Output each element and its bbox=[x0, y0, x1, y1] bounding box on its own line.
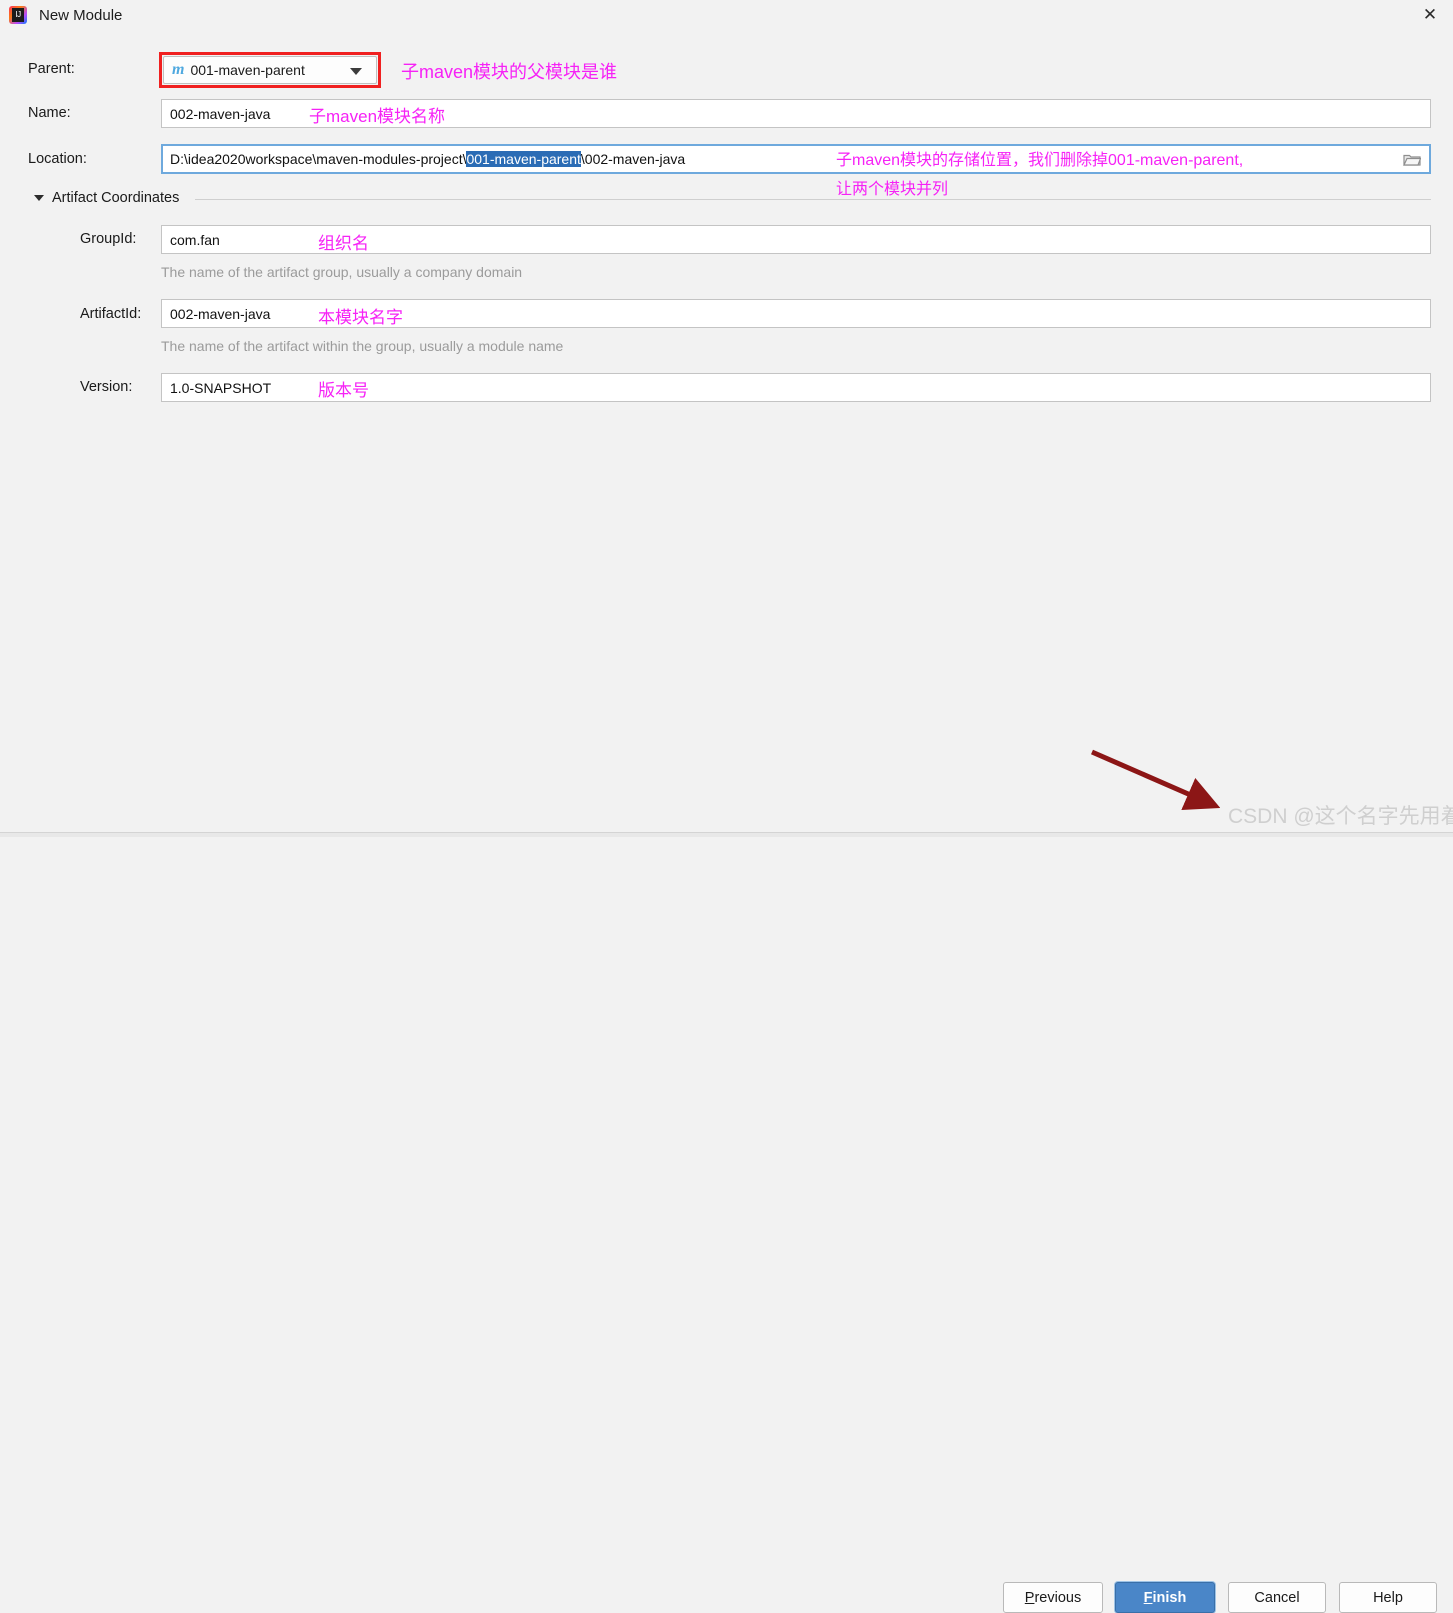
location-label: Location: bbox=[28, 151, 87, 167]
version-input-value: 1.0-SNAPSHOT bbox=[170, 379, 272, 396]
annotation-parent: 子maven模块的父模块是谁 bbox=[401, 62, 618, 82]
maven-m-icon: m bbox=[172, 61, 185, 78]
location-path-selection: 001-maven-parent bbox=[466, 151, 581, 167]
groupid-input[interactable]: com.fan bbox=[161, 225, 1431, 254]
chevron-down-icon[interactable] bbox=[350, 68, 362, 75]
artifactid-hint: The name of the artifact within the grou… bbox=[161, 338, 564, 354]
cancel-button[interactable]: Cancel bbox=[1228, 1582, 1326, 1613]
page-title: New Module bbox=[39, 6, 123, 24]
name-label: Name: bbox=[28, 105, 71, 121]
finish-button-mnemonic: F bbox=[1143, 1589, 1153, 1606]
artifactid-input-value: 002-maven-java bbox=[170, 305, 271, 322]
parent-combobox[interactable]: m 001-maven-parent bbox=[163, 56, 377, 84]
finish-button[interactable]: Finish bbox=[1115, 1582, 1215, 1613]
previous-button[interactable]: Previous bbox=[1003, 1582, 1103, 1613]
parent-combobox-value: 001-maven-parent bbox=[190, 62, 305, 78]
help-button[interactable]: Help bbox=[1339, 1582, 1437, 1613]
location-path-prefix: D:\idea2020workspace\maven-modules-proje… bbox=[170, 151, 467, 167]
triangle-down-icon[interactable] bbox=[34, 195, 44, 201]
section-divider bbox=[195, 199, 1431, 200]
version-input[interactable]: 1.0-SNAPSHOT bbox=[161, 373, 1431, 402]
location-path-suffix: \002-maven-java bbox=[580, 151, 686, 167]
location-input[interactable]: D:\idea2020workspace\maven-modules-proje… bbox=[161, 144, 1431, 174]
annotation-location-line2: 让两个模块并列 bbox=[836, 181, 949, 198]
artifact-coordinates-section-header[interactable]: Artifact Coordinates bbox=[34, 190, 179, 206]
groupid-label: GroupId: bbox=[80, 231, 137, 247]
dialog-bottom-edge bbox=[0, 832, 1453, 837]
finish-button-label: inish bbox=[1152, 1589, 1187, 1606]
intellij-idea-icon: IJ bbox=[9, 6, 27, 24]
previous-button-label: revious bbox=[1034, 1589, 1082, 1606]
dialog-button-bar: Previous Finish Cancel Help bbox=[0, 790, 1453, 1613]
window-title-bar: IJ New Module ✕ bbox=[0, 0, 1453, 30]
groupid-input-value: com.fan bbox=[170, 231, 220, 248]
parent-label: Parent: bbox=[28, 61, 75, 77]
version-label: Version: bbox=[80, 379, 133, 395]
artifactid-input[interactable]: 002-maven-java bbox=[161, 299, 1431, 328]
folder-icon[interactable] bbox=[1401, 151, 1423, 168]
name-input-value: 002-maven-java bbox=[170, 105, 271, 122]
close-icon[interactable]: ✕ bbox=[1407, 0, 1453, 30]
artifactid-label: ArtifactId: bbox=[80, 306, 142, 322]
previous-button-mnemonic: P bbox=[1024, 1589, 1035, 1606]
groupid-hint: The name of the artifact group, usually … bbox=[161, 264, 523, 280]
name-input[interactable]: 002-maven-java bbox=[161, 99, 1431, 128]
artifact-coordinates-title: Artifact Coordinates bbox=[52, 190, 180, 206]
